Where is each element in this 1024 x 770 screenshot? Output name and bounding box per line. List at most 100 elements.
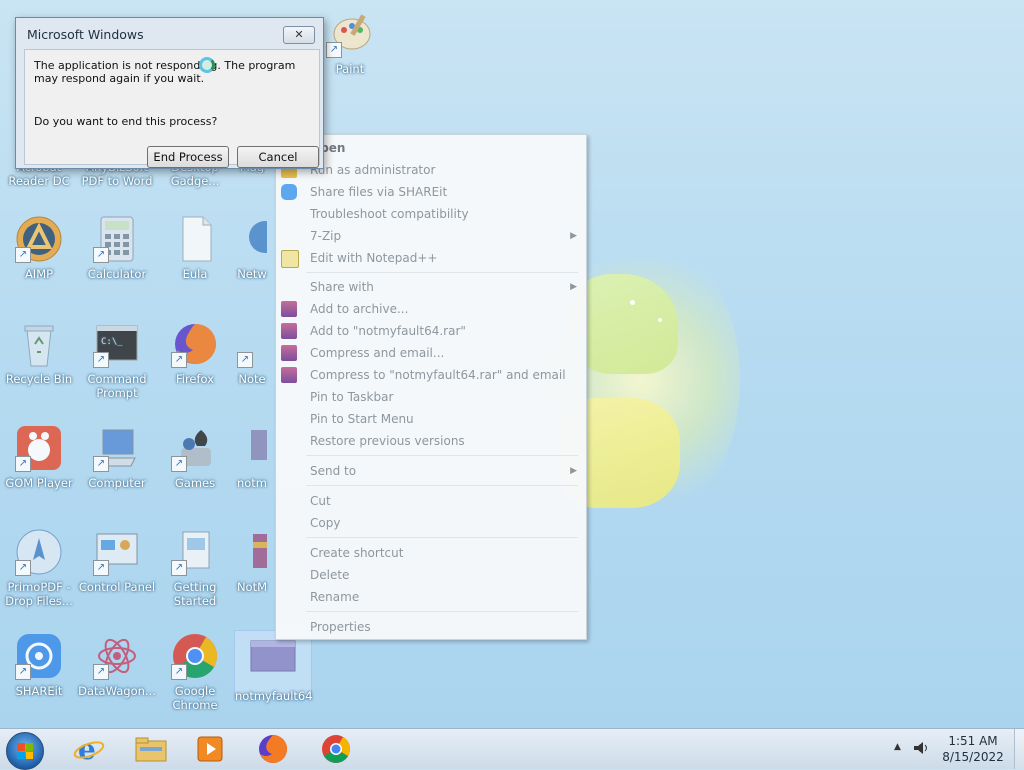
winrar-icon	[281, 301, 297, 317]
desktop-icon-getting-started[interactable]: ↗ Getting Started	[156, 528, 234, 608]
menu-item-compress-to-rar-and-email[interactable]: Compress to "notmyfault64.rar" and email	[276, 365, 586, 385]
desktop-icon-recycle-bin[interactable]: Recycle Bin	[0, 320, 78, 386]
internet-explorer-icon: e	[73, 733, 105, 766]
menu-item-pin-to-start-menu[interactable]: Pin to Start Menu	[276, 409, 586, 429]
desktop-icon-label: Control Panel	[78, 580, 156, 594]
desktop-icon-label: AIMP	[24, 267, 54, 281]
taskbar-internet-explorer[interactable]: e	[72, 733, 106, 766]
volume-icon[interactable]	[912, 740, 930, 759]
menu-item-pin-to-taskbar[interactable]: Pin to Taskbar	[276, 387, 586, 407]
desktop-icon-label: PrimoPDF - Drop Files...	[5, 580, 73, 608]
desktop-icon-label: notm	[236, 476, 268, 490]
desktop-icon-google-chrome[interactable]: ↗ Google Chrome	[156, 632, 234, 712]
menu-item-copy[interactable]: Copy	[276, 513, 586, 533]
desktop-icon-network[interactable]: Netw	[232, 215, 272, 281]
svg-text:e: e	[78, 733, 96, 765]
menu-item-7-zip[interactable]: 7-Zip ▶	[276, 226, 586, 246]
winrar-icon	[281, 345, 297, 361]
desktop-icon-eula[interactable]: Eula	[156, 215, 234, 281]
menu-item-add-to-rar[interactable]: Add to "notmyfault64.rar"	[276, 321, 586, 341]
windows-logo-icon	[17, 743, 33, 759]
menu-item-create-shortcut[interactable]: Create shortcut	[276, 543, 586, 563]
busy-cursor-icon	[199, 57, 215, 73]
desktop-icon-label: Computer	[88, 476, 146, 490]
shortcut-arrow-icon: ↗	[171, 560, 187, 576]
desktop-icon-computer[interactable]: ↗ Computer	[78, 424, 156, 490]
taskbar-firefox[interactable]	[256, 733, 290, 765]
menu-item-cut[interactable]: Cut	[276, 491, 586, 511]
taskbar-file-explorer[interactable]	[134, 733, 168, 765]
aimp-icon: ↗	[15, 215, 63, 263]
menu-item-restore-previous-versions[interactable]: Restore previous versions	[276, 431, 586, 451]
primopdf-icon: ↗	[15, 528, 63, 576]
file-explorer-icon	[135, 737, 167, 762]
desktop-icon-calculator[interactable]: ↗ Calculator	[78, 215, 156, 281]
desktop-icon-aimp[interactable]: ↗ AIMP	[0, 215, 78, 281]
chrome-icon: ↗	[171, 632, 219, 680]
desktop-icon-label: Note	[238, 372, 266, 386]
shortcut-arrow-icon: ↗	[171, 352, 187, 368]
taskbar-chrome[interactable]	[319, 733, 353, 765]
shortcut-arrow-icon: ↗	[237, 352, 253, 368]
desktop-icon-datawagon[interactable]: ↗ DataWagon...	[78, 632, 156, 698]
desktop-icon-control-panel[interactable]: ↗ Control Panel	[78, 528, 156, 594]
dialog-message: The application is not responding. The p…	[34, 59, 296, 85]
end-process-button[interactable]: End Process	[147, 146, 229, 168]
shortcut-arrow-icon: ↗	[171, 664, 187, 680]
menu-item-rename[interactable]: Rename	[276, 587, 586, 607]
system-tray: ▲	[892, 729, 932, 769]
clock[interactable]: 1:51 AM 8/15/2022	[940, 729, 1006, 769]
cancel-button[interactable]: Cancel	[237, 146, 319, 168]
taskbar-media-player[interactable]	[194, 733, 228, 765]
desktop-icon-label: GOM Player	[5, 476, 73, 490]
notepad-plus-icon	[281, 250, 299, 268]
menu-item-share-with[interactable]: Share with ▶	[276, 277, 586, 297]
datawagon-icon: ↗	[93, 632, 141, 680]
desktop-icon-primopdf[interactable]: ↗ PrimoPDF - Drop Files...	[0, 528, 78, 608]
control-panel-icon: ↗	[93, 528, 141, 576]
shortcut-arrow-icon: ↗	[171, 456, 187, 472]
dialog-close-button[interactable]: ✕	[283, 26, 315, 44]
desktop-icon-label: Google Chrome	[172, 684, 218, 712]
menu-item-compress-and-email[interactable]: Compress and email...	[276, 343, 586, 363]
desktop-icon-label: Netw	[237, 267, 267, 281]
shortcut-arrow-icon: ↗	[15, 456, 31, 472]
menu-item-properties[interactable]: Properties	[276, 617, 586, 637]
desktop-icon-firefox[interactable]: ↗ Firefox	[156, 320, 234, 386]
command-prompt-icon: C:\_ ↗	[93, 320, 141, 368]
show-hidden-icons-button[interactable]: ▲	[894, 742, 901, 752]
shortcut-arrow-icon: ↗	[93, 664, 109, 680]
menu-item-add-to-archive[interactable]: Add to archive...	[276, 299, 586, 319]
desktop-icon-label: Paint	[335, 62, 365, 76]
firefox-icon: ↗	[171, 320, 219, 368]
desktop-icon-command-prompt[interactable]: C:\_ ↗ Command Prompt	[78, 320, 156, 400]
start-button[interactable]	[6, 732, 44, 770]
desktop-icon-notm[interactable]: notm	[232, 424, 272, 490]
menu-item-edit-with-notepad-plus[interactable]: Edit with Notepad++	[276, 248, 586, 268]
clock-date: 8/15/2022	[942, 750, 1004, 764]
desktop-icon-shareit[interactable]: ↗ SHAREit	[0, 632, 78, 698]
shortcut-arrow-icon: ↗	[15, 664, 31, 680]
notmyfault-icon	[237, 424, 271, 472]
menu-item-troubleshoot-compatibility[interactable]: Troubleshoot compatibility	[276, 204, 586, 224]
submenu-arrow-icon: ▶	[570, 466, 577, 476]
desktop-icon-games[interactable]: ↗ Games	[156, 424, 234, 490]
desktop-icon-notepad[interactable]: ↗ Note	[232, 320, 272, 386]
menu-separator	[306, 485, 578, 486]
recycle-bin-icon	[15, 320, 63, 368]
shortcut-arrow-icon: ↗	[93, 352, 109, 368]
menu-item-delete[interactable]: Delete	[276, 565, 586, 585]
paint-icon: ↗	[326, 10, 374, 58]
menu-item-share-files-via-shareit[interactable]: Share files via SHAREit	[276, 182, 586, 202]
desktop-icon-label: Command Prompt	[87, 372, 147, 400]
desktop-icon-gom-player[interactable]: ↗ GOM Player	[0, 424, 78, 490]
shareit-icon	[281, 184, 297, 200]
desktop-icon-notm-archive[interactable]: NotM	[232, 528, 272, 594]
menu-item-send-to[interactable]: Send to ▶	[276, 461, 586, 481]
desktop-icon-label: Recycle Bin	[5, 372, 73, 386]
show-desktop-button[interactable]	[1014, 729, 1024, 769]
shortcut-arrow-icon: ↗	[326, 42, 342, 58]
context-menu: Open Run as administrator Share files vi…	[275, 134, 587, 640]
shortcut-arrow-icon: ↗	[15, 247, 31, 263]
menu-separator	[306, 537, 578, 538]
